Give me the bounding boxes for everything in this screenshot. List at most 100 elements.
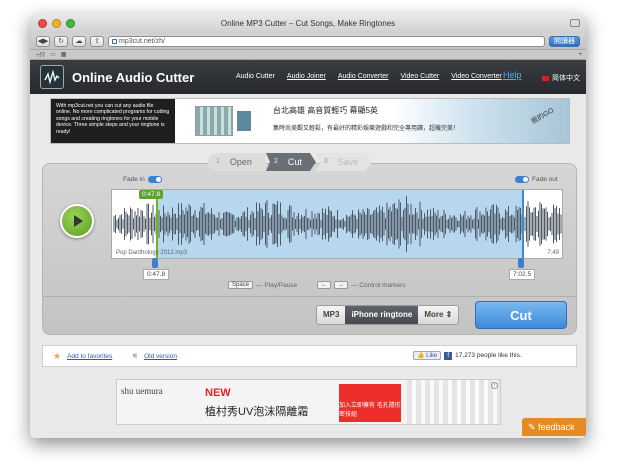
format-iphone-button[interactable]: iPhone ringtone — [345, 306, 419, 324]
step-number: 1 — [216, 158, 220, 165]
ad-badge: 我的GO — [530, 107, 556, 126]
title-bar: Online MP3 Cutter – Cut Songs, Make Ring… — [30, 14, 586, 34]
format-selector: MP3 iPhone ringtone More ⇕ — [316, 305, 460, 325]
like-button-label: Like — [426, 353, 438, 359]
nav-video-cutter[interactable]: Video Cutter — [400, 73, 439, 80]
fade-out-control[interactable]: Fade out — [515, 176, 558, 183]
fade-in-control[interactable]: Fade in — [123, 176, 162, 183]
top-ad-strip: With mp3cut.net you can cut any audio fi… — [50, 98, 570, 144]
top-sites-icon[interactable]: ▦ — [61, 51, 67, 58]
play-hint: Space — Play/Pause — [228, 281, 297, 289]
end-marker-handle[interactable] — [518, 258, 524, 268]
end-marker-line[interactable] — [522, 190, 524, 258]
step-label: Open — [229, 157, 252, 167]
start-time-flag: 0:47.8 — [139, 190, 164, 199]
share-button[interactable]: ⇪ — [90, 36, 104, 47]
fade-in-toggle[interactable] — [147, 176, 162, 183]
step-save[interactable]: 3 Save — [315, 153, 373, 171]
editor-divider — [43, 296, 576, 297]
file-name: Pop Danthology 2012.mp3 — [116, 250, 188, 256]
start-marker-line[interactable] — [156, 190, 158, 258]
step-label: Cut — [287, 157, 302, 167]
close-window-button[interactable] — [38, 19, 47, 28]
intro-text: With mp3cut.net you can cut any audio fi… — [51, 99, 175, 143]
old-version-icon: ⚟ — [132, 353, 139, 360]
start-time-input[interactable]: 0:47.8 — [143, 269, 170, 280]
like-count: 17,273 people like this. — [455, 352, 522, 359]
minimize-window-button[interactable] — [52, 19, 61, 28]
ad-title: 植村秀UV泡沫隔離霜 — [205, 406, 309, 418]
new-tab-button[interactable]: + — [578, 52, 582, 58]
ad-brand: shu uemura — [121, 386, 163, 396]
bookmark-item[interactable]: ｯｸﾏ — [36, 50, 45, 59]
ad-promo-box: 加入立即擁有 毛孔隱形密技組 — [339, 384, 401, 422]
toolbar-toggle-button[interactable] — [570, 19, 580, 27]
ad-close-icon[interactable]: i — [491, 382, 498, 389]
reading-list-icon[interactable]: ▭ — [50, 51, 56, 58]
step-number: 3 — [323, 158, 328, 165]
markers-hint-text: — Control markers — [351, 281, 406, 289]
browser-toolbar: ◀▶ ↻ ☁ ⇪ mp3cut.net/zh/ 開讀器 — [30, 34, 586, 50]
start-marker-handle[interactable] — [152, 258, 158, 268]
markers-hint: ← → — Control markers — [317, 281, 406, 289]
fade-in-label: Fade in — [123, 176, 145, 183]
step-label: Save — [337, 157, 359, 167]
bookmarks-bar: ｯｸﾏ ▭ ▦ + — [30, 50, 586, 60]
ad-new-label: NEW — [205, 387, 231, 399]
ad-product-image — [195, 106, 233, 136]
window-title: Online MP3 Cutter – Cut Songs, Make Ring… — [220, 19, 396, 28]
like-button[interactable]: 👍 Like — [413, 351, 442, 360]
waveform-graph — [113, 196, 562, 252]
space-key: Space — [228, 281, 254, 289]
ad-phone-image — [237, 111, 251, 131]
format-mp3-button[interactable]: MP3 — [317, 306, 346, 324]
bottom-ad-banner[interactable]: shu uemura NEW 植村秀UV泡沫隔離霜 加入立即擁有 毛孔隱形密技組… — [116, 379, 501, 425]
language-selector[interactable]: 简体中文 — [542, 73, 580, 83]
zoom-window-button[interactable] — [66, 19, 75, 28]
china-flag-icon — [542, 75, 549, 81]
nav-audio-cutter[interactable]: Audio Cutter — [236, 73, 275, 80]
format-more-button[interactable]: More ⇕ — [418, 306, 459, 324]
site-header: Online Audio Cutter Audio Cutter Audio J… — [30, 60, 586, 94]
waveform-logo-icon[interactable] — [40, 65, 64, 89]
ad-headline: 台北高雄 高音質輕巧 幕顯5英 — [273, 106, 378, 115]
fade-out-label: Fade out — [532, 176, 558, 183]
nav-audio-converter[interactable]: Audio Converter — [338, 73, 389, 80]
reader-button[interactable]: 開讀器 — [549, 36, 580, 47]
favicon-icon — [112, 39, 117, 44]
nav-audio-joiner[interactable]: Audio Joiner — [287, 73, 326, 80]
web-page: Online Audio Cutter Audio Cutter Audio J… — [30, 60, 586, 438]
star-icon: ★ — [53, 350, 62, 361]
window-controls — [38, 19, 75, 28]
nav-video-converter[interactable]: Video Converter — [451, 73, 501, 80]
step-cut[interactable]: 2 Cut — [265, 153, 316, 171]
address-bar[interactable]: mp3cut.net/zh/ — [108, 36, 545, 47]
play-button[interactable] — [60, 204, 94, 238]
address-bar-url: mp3cut.net/zh/ — [119, 38, 165, 45]
help-link[interactable]: Help — [503, 70, 522, 80]
facebook-icon: f — [444, 351, 453, 360]
browser-window: Online MP3 Cutter – Cut Songs, Make Ring… — [30, 14, 586, 438]
feedback-label: feedback — [538, 422, 575, 432]
ad-pattern — [407, 380, 500, 424]
main-nav: Audio Cutter Audio Joiner Audio Converte… — [236, 73, 502, 80]
play-hint-text: — Play/Pause — [256, 281, 298, 289]
play-icon — [74, 215, 83, 227]
language-label: 简体中文 — [552, 75, 580, 82]
feedback-button[interactable]: ✎ feedback — [522, 418, 586, 436]
site-brand[interactable]: Online Audio Cutter — [72, 70, 194, 85]
back-button[interactable]: ◀▶ — [36, 36, 50, 47]
cloud-icon[interactable]: ☁ — [72, 36, 86, 47]
end-time-input[interactable]: 7:02.5 — [509, 269, 536, 280]
cut-button[interactable]: Cut — [475, 301, 567, 329]
reload-button[interactable]: ↻ — [54, 36, 68, 47]
old-version-link[interactable]: Old version — [144, 353, 177, 360]
step-open[interactable]: 1 Open — [208, 153, 266, 171]
top-ad-banner[interactable]: 台北高雄 高音質輕巧 幕顯5英 集時尚美觀又輕鬆，有最好的精彩娛樂遊戲和完全專用… — [175, 99, 569, 143]
step-indicator: 1 Open 2 Cut 3 Save — [208, 153, 373, 171]
add-to-favorites-link[interactable]: Add to favorites — [67, 353, 112, 360]
fade-out-toggle[interactable] — [515, 176, 529, 183]
left-arrow-key: ← — [317, 281, 331, 289]
step-number: 2 — [273, 158, 278, 165]
waveform-area[interactable]: 0:47.8 Pop Danthology 2012.mp3 7:49 — [111, 189, 563, 259]
